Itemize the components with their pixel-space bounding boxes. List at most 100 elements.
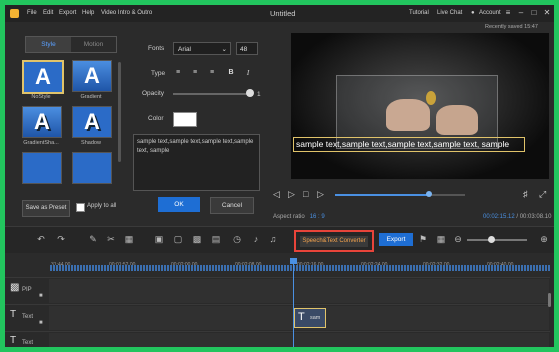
maximize-icon[interactable]: □	[529, 8, 539, 18]
export-button[interactable]: Export	[379, 233, 413, 246]
playback-progress[interactable]	[335, 194, 465, 196]
account-icon[interactable]: ●	[471, 10, 475, 16]
italic-icon[interactable]: I	[243, 68, 253, 78]
volume-icon[interactable]: ♯	[523, 189, 528, 199]
save-preset-button[interactable]: Save as Preset	[22, 200, 70, 217]
preset-label: NoStyle	[31, 94, 51, 100]
duration-icon[interactable]: ◷	[231, 233, 243, 245]
edit-pencil-icon[interactable]: ✎	[87, 233, 99, 245]
text-clip-icon: T	[298, 311, 305, 323]
fonts-label: Fonts	[148, 45, 165, 52]
letter-a-icon: A	[84, 63, 100, 88]
tab-style[interactable]: Style	[26, 37, 71, 52]
timeline-playhead[interactable]	[293, 259, 294, 347]
play-icon[interactable]: ▷	[288, 189, 295, 200]
video-preview[interactable]: sample text,sample text,sample text,samp…	[291, 33, 549, 179]
ok-button[interactable]: OK	[158, 197, 200, 212]
zoom-slider[interactable]	[467, 239, 527, 241]
prev-frame-icon[interactable]: ◁	[273, 189, 280, 200]
split-icon[interactable]: ✂	[105, 233, 117, 245]
text-track-icon: T	[10, 335, 17, 346]
text-clip[interactable]: T sam	[294, 308, 326, 328]
aspect-ratio-value[interactable]: 16 : 9	[310, 214, 325, 220]
lock-icon[interactable]: ■	[39, 320, 43, 326]
account-link[interactable]: Account	[479, 10, 501, 16]
zoom-crop-icon[interactable]: ▢	[172, 233, 184, 245]
preset-gradient[interactable]: A	[72, 60, 112, 92]
menu-edit[interactable]: Edit	[43, 10, 53, 16]
marker-icon[interactable]: ⚑	[417, 233, 429, 245]
align-right-icon[interactable]: ≡	[207, 68, 217, 78]
speech-text-highlight: Speech&Text Converter	[294, 230, 374, 252]
fish	[426, 91, 436, 105]
style-presets: A NoStyle A Gradient A GradientSha... A …	[10, 58, 125, 188]
caption-text-overlay[interactable]: sample text,sample text,sample text,samp…	[293, 137, 525, 152]
hand-left	[386, 99, 430, 131]
total-time: 00:03:08.10	[519, 214, 552, 220]
timeline-scrollbar[interactable]	[548, 293, 551, 307]
lock-icon[interactable]: ■	[39, 293, 43, 299]
speech-text-converter-button[interactable]: Speech&Text Converter	[300, 236, 368, 247]
fit-timeline-icon[interactable]: ▦	[435, 233, 447, 245]
opacity-slider[interactable]	[173, 93, 250, 95]
font-value: Arial	[178, 46, 192, 53]
preset-label: Gradient	[80, 94, 102, 100]
minimize-icon[interactable]: –	[516, 8, 526, 18]
zoom-out-icon[interactable]: ⊖	[452, 233, 464, 245]
menu-help[interactable]: Help	[82, 10, 94, 16]
align-left-icon[interactable]: ≡	[173, 68, 183, 78]
opacity-value: 1	[257, 91, 261, 98]
tutorial-link[interactable]: Tutorial	[409, 10, 429, 16]
aspect-ratio: Aspect ratio 16 : 9	[273, 214, 325, 220]
preset-more-1[interactable]	[22, 152, 62, 184]
next-frame-icon[interactable]: ▷	[317, 189, 324, 200]
bold-icon[interactable]: B	[226, 68, 236, 78]
track-lane[interactable]	[49, 279, 549, 303]
text-track-icon: T	[10, 309, 17, 320]
menu-icon[interactable]: ≡	[503, 8, 513, 18]
zoom-in-icon[interactable]: ⊕	[538, 233, 550, 245]
hand-right	[436, 105, 478, 135]
color-swatch[interactable]	[173, 112, 197, 127]
crop-icon[interactable]: ▣	[153, 233, 165, 245]
text-content-input[interactable]: sample text,sample text,sample text,samp…	[133, 134, 260, 191]
preset-gradient-shadow[interactable]: A	[22, 106, 62, 138]
undo-icon[interactable]: ↶	[35, 233, 47, 245]
playback-progress-fill	[335, 194, 429, 196]
align-center-icon[interactable]: ≡	[190, 68, 200, 78]
preset-label: Shadow	[81, 140, 101, 146]
font-size-input[interactable]: 48	[236, 42, 258, 55]
presets-scrollbar[interactable]	[118, 62, 121, 162]
live-chat-link[interactable]: Live Chat	[437, 10, 462, 16]
tab-motion[interactable]: Motion	[71, 37, 116, 52]
font-select[interactable]: Arial ⌄	[173, 42, 231, 55]
color-label: Color	[148, 115, 164, 122]
preset-shadow[interactable]: A	[72, 106, 112, 138]
app-logo-icon	[10, 9, 19, 18]
aspect-ratio-label: Aspect ratio	[273, 214, 305, 220]
stop-icon[interactable]: □	[303, 189, 308, 199]
detach-audio-icon[interactable]: ♫	[267, 233, 279, 245]
cancel-button[interactable]: Cancel	[210, 197, 254, 214]
mosaic-icon[interactable]: ▩	[191, 233, 203, 245]
menu-file[interactable]: File	[27, 10, 37, 16]
freeze-frame-icon[interactable]: ▤	[210, 233, 222, 245]
chevron-down-icon: ⌄	[221, 46, 227, 53]
preset-nostyle[interactable]: A	[22, 60, 64, 94]
playhead-handle[interactable]	[290, 258, 297, 264]
delete-icon[interactable]: ▦	[123, 233, 135, 245]
time-display: 00:02:15.12 / 00:03:08.10	[483, 214, 552, 220]
playback-handle[interactable]	[425, 191, 432, 197]
fullscreen-icon[interactable]: ⤢	[539, 189, 546, 200]
microphone-icon[interactable]: ♪	[250, 233, 262, 245]
menu-video-intro[interactable]: Video Intro & Outro	[101, 10, 152, 16]
preset-more-2[interactable]	[72, 152, 112, 184]
zoom-slider-handle[interactable]	[488, 236, 495, 243]
opacity-slider-handle[interactable]	[246, 89, 254, 97]
track-lane[interactable]	[49, 333, 549, 347]
apply-all-checkbox[interactable]	[76, 203, 85, 212]
redo-icon[interactable]: ↷	[55, 233, 67, 245]
menu-export[interactable]: Export	[59, 10, 76, 16]
close-icon[interactable]: ✕	[542, 8, 552, 18]
letter-a-icon: A	[35, 64, 51, 89]
